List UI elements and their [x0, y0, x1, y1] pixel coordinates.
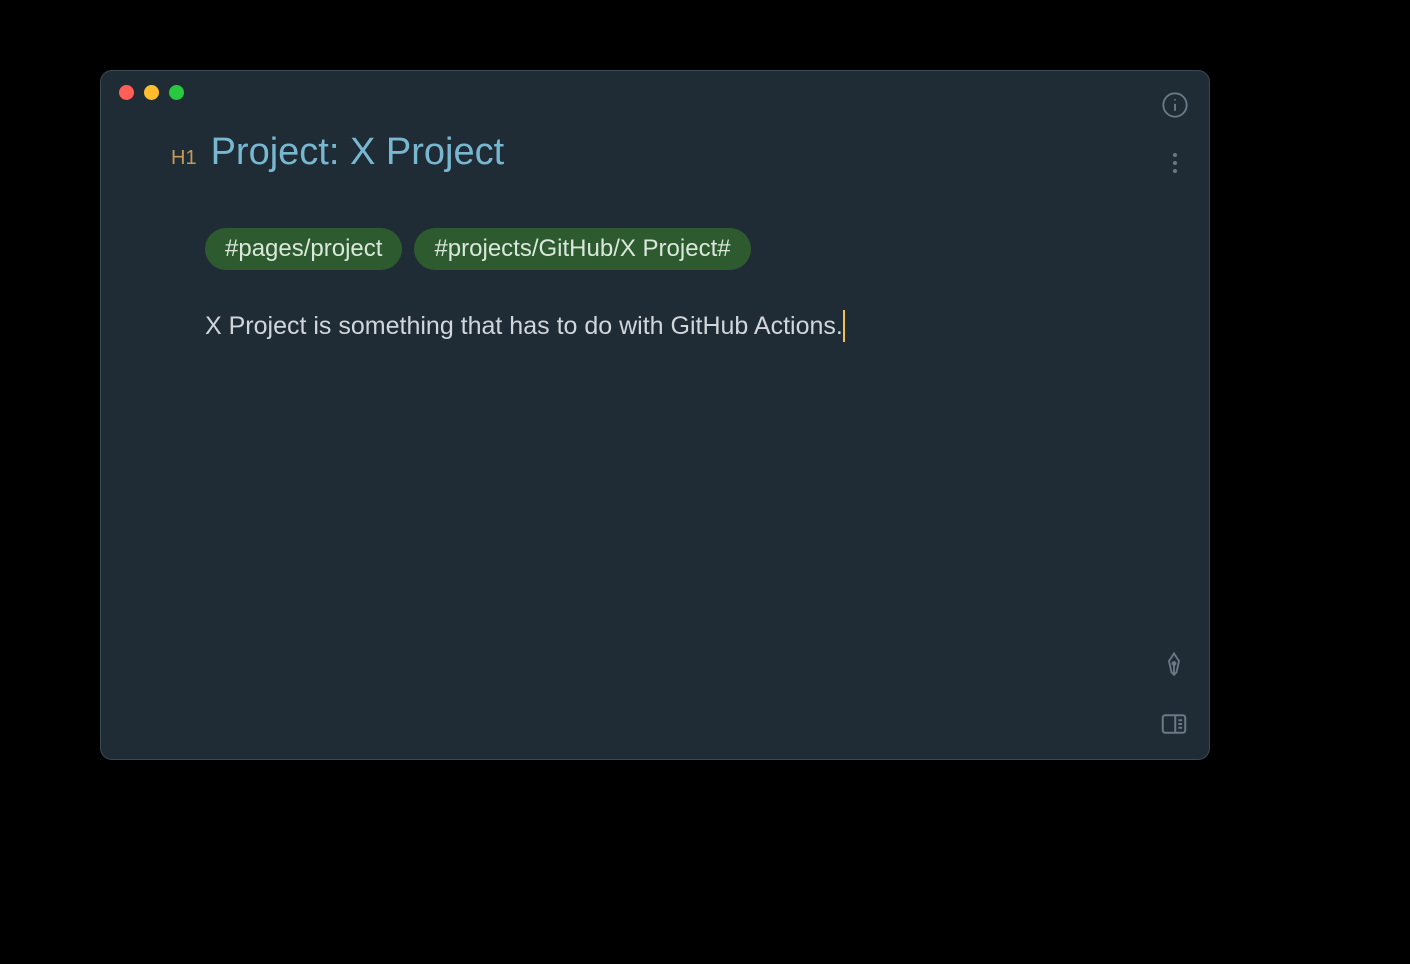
heading-level-marker: H1	[171, 147, 197, 170]
bottom-right-toolbar	[1159, 651, 1189, 739]
maximize-button[interactable]	[169, 85, 184, 100]
side-panel-icon[interactable]	[1159, 709, 1189, 739]
app-window: H1 Project: X Project #pages/project #pr…	[100, 70, 1210, 760]
info-icon[interactable]	[1161, 91, 1189, 119]
minimize-button[interactable]	[144, 85, 159, 100]
tag[interactable]: #pages/project	[205, 228, 402, 270]
close-button[interactable]	[119, 85, 134, 100]
page-title[interactable]: Project: X Project	[211, 131, 505, 174]
heading-row: H1 Project: X Project	[171, 131, 1119, 174]
tags-row: #pages/project #projects/GitHub/X Projec…	[171, 228, 1119, 270]
body-line[interactable]: X Project is something that has to do wi…	[171, 310, 1119, 342]
window-controls	[119, 85, 184, 100]
editor-content[interactable]: H1 Project: X Project #pages/project #pr…	[101, 71, 1209, 382]
tag[interactable]: #projects/GitHub/X Project#	[414, 228, 750, 270]
right-toolbar	[1161, 91, 1189, 177]
pen-nib-icon[interactable]	[1159, 651, 1189, 681]
body-text[interactable]: X Project is something that has to do wi…	[205, 312, 843, 341]
more-menu-icon[interactable]	[1169, 149, 1181, 177]
text-cursor	[843, 310, 846, 342]
